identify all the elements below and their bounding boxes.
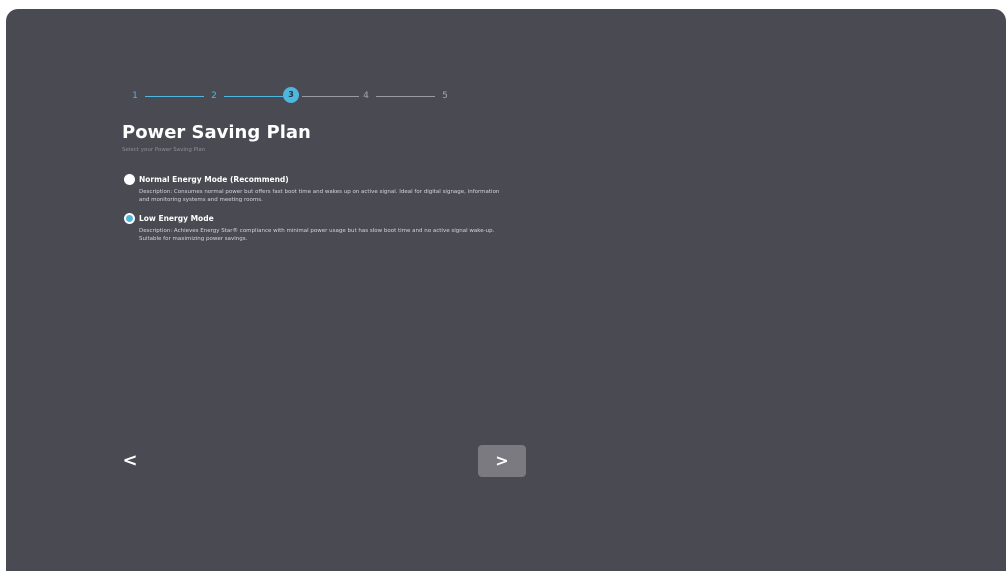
radio-normal-energy-mode[interactable]	[124, 174, 135, 185]
page-subtitle: Select your Power Saving Plan	[122, 147, 206, 153]
step-5: 5	[442, 91, 448, 101]
step-progress: 1 2 3 4 5	[118, 86, 458, 106]
step-3-current: 3	[283, 87, 299, 103]
back-button[interactable]: <	[120, 450, 140, 472]
next-button[interactable]: >	[478, 445, 526, 477]
setup-screen: 1 2 3 4 5 Power Saving Plan Select your …	[6, 9, 1006, 571]
step-connector-4-5	[376, 96, 435, 97]
step-2: 2	[211, 91, 217, 101]
option-label: Low Energy Mode	[139, 214, 214, 223]
page-title: Power Saving Plan	[122, 122, 311, 143]
step-connector-1-2	[145, 96, 204, 97]
step-connector-3-4	[302, 96, 359, 97]
option-description: Description: Consumes normal power but o…	[139, 189, 500, 203]
chevron-right-icon: >	[495, 451, 509, 470]
radio-low-energy-mode[interactable]	[124, 213, 135, 224]
step-1: 1	[132, 91, 138, 101]
option-description: Description: Achieves Energy Star® compl…	[139, 228, 495, 242]
option-label: Normal Energy Mode (Recommend)	[139, 175, 289, 184]
step-connector-2-3	[224, 96, 283, 97]
chevron-left-icon: <	[122, 450, 138, 471]
step-4: 4	[363, 91, 369, 101]
